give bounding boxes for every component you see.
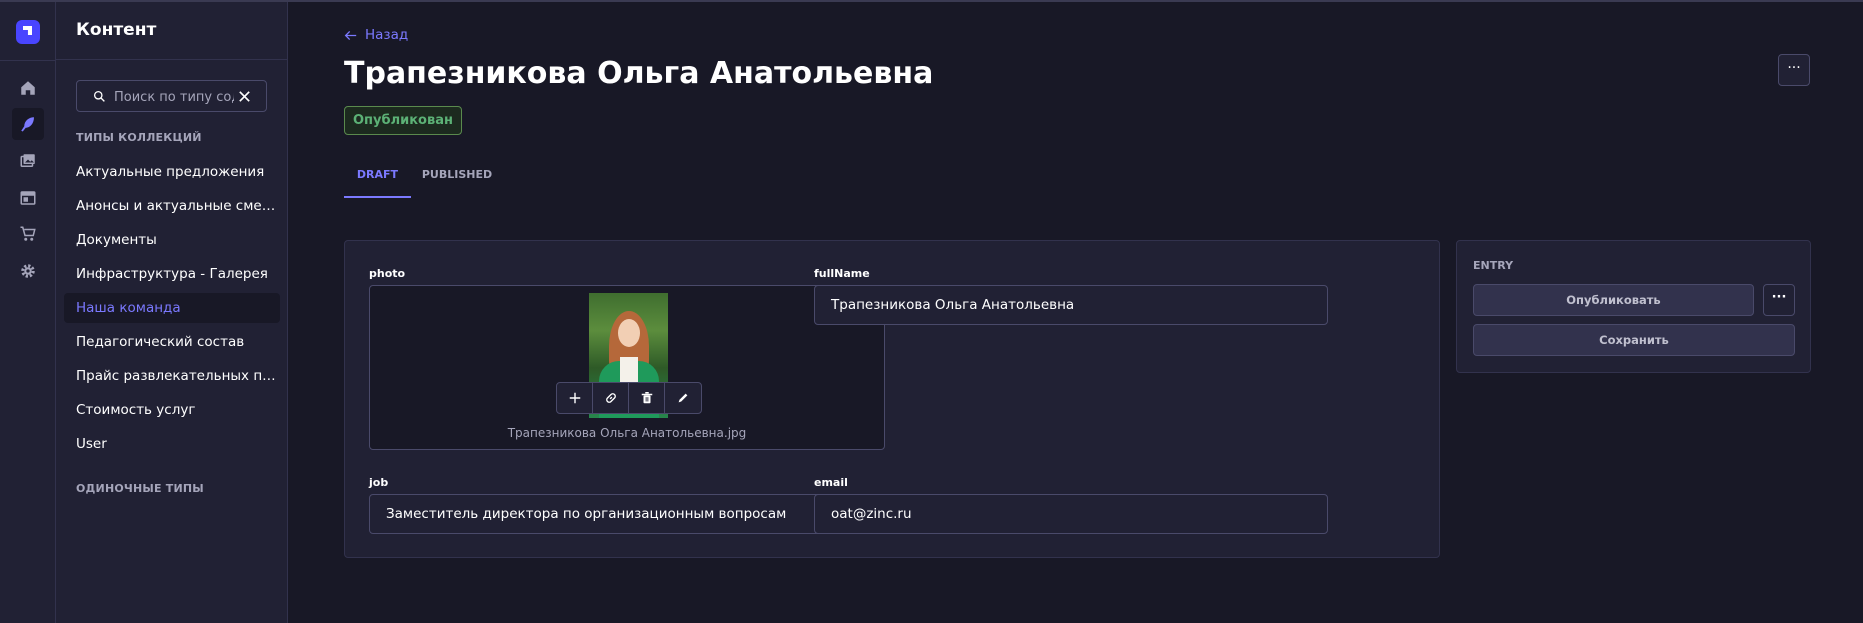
photo-field[interactable]: Трапезникова Ольга Анатольевна.jpg [369,285,885,450]
pencil-icon [678,393,688,403]
content-type-builder-nav-button[interactable] [12,182,44,214]
sidebar-item-dokumenty[interactable]: Документы [64,225,280,255]
photo-filename: Трапезникова Ольга Анатольевна.jpg [507,426,747,440]
app-logo[interactable] [16,20,40,44]
more-actions-button[interactable]: ··· [1778,54,1810,86]
home-nav-button[interactable] [12,72,44,104]
settings-nav-button[interactable] [12,255,44,287]
sidebar-item-anonsy[interactable]: Анонсы и актуальные смены [64,191,280,221]
link-icon [605,393,616,403]
search-input[interactable] [114,87,234,107]
status-badge: Опубликован [344,106,462,135]
email-label: email [814,476,848,489]
clear-search-icon[interactable] [237,89,252,104]
delete-photo-button[interactable] [629,383,665,413]
entry-panel: ENTRY Опубликовать ··· Сохранить [1456,240,1811,373]
sidebar-item-stoimost-uslug[interactable]: Стоимость услуг [64,395,280,425]
page-title: Трапезникова Ольга Анатольевна [344,56,934,91]
back-label: Назад [365,27,409,43]
content-manager-nav-button[interactable] [12,108,44,140]
photo-actions [556,382,702,414]
feather-icon [21,117,34,132]
trash-icon [641,392,652,404]
back-link[interactable]: Назад [344,27,408,43]
sidebar-item-nasha-komanda[interactable]: Наша команда [64,293,280,323]
images-icon [20,154,35,167]
shopping-cart-icon [20,226,36,241]
layout-icon [20,191,36,205]
media-library-nav-button[interactable] [12,145,44,177]
publish-button[interactable]: Опубликовать [1473,284,1754,316]
tab-draft[interactable]: DRAFT [344,168,411,198]
sidebar-item-prays[interactable]: Прайс развлекательных программ [64,361,280,391]
rail-divider [0,60,56,61]
copy-link-button[interactable] [593,383,629,413]
fullname-label: fullName [814,267,870,280]
sidebar-item-user[interactable]: User [64,429,280,459]
sidebar-item-infrastruktura-galereya[interactable]: Инфраструктура - Галерея [64,259,280,289]
home-icon [21,81,35,95]
gear-icon [21,264,35,278]
sidebar-search [76,80,267,112]
plus-icon [569,392,580,404]
content-sidebar: Контент ТИПЫ КОЛЛЕКЦИЙ Актуальные предло… [56,2,288,623]
fullname-field[interactable]: Трапезникова Ольга Анатольевна [814,285,1328,325]
entry-heading: ENTRY [1473,259,1514,272]
sidebar-item-aktualnye-predlozheniya[interactable]: Актуальные предложения [64,157,280,187]
job-field[interactable]: Заместитель директора по организационным… [369,494,885,534]
main-nav-rail [0,2,56,623]
single-types-heading: ОДИНОЧНЫЕ ТИПЫ [76,482,204,495]
tab-published[interactable]: PUBLISHED [418,168,496,198]
add-photo-button[interactable] [557,383,593,413]
search-icon [93,90,105,102]
photo-face [618,319,640,347]
entry-more-button[interactable]: ··· [1763,284,1795,316]
save-button[interactable]: Сохранить [1473,324,1795,356]
sidebar-item-pedagogicheskiy-sostav[interactable]: Педагогический состав [64,327,280,357]
photo-label: photo [369,267,406,280]
arrow-left-icon [344,30,357,40]
sidebar-divider [56,59,287,60]
marketplace-nav-button[interactable] [12,218,44,250]
sidebar-title: Контент [76,20,157,40]
edit-form-card: photo Трапезникова Ольга Анатольевна.jpg… [344,240,1440,558]
collection-types-heading: ТИПЫ КОЛЛЕКЦИЙ [76,131,202,144]
email-field[interactable]: oat@zinc.ru [814,494,1328,534]
edit-photo-button[interactable] [665,383,701,413]
job-label: job [369,476,389,489]
